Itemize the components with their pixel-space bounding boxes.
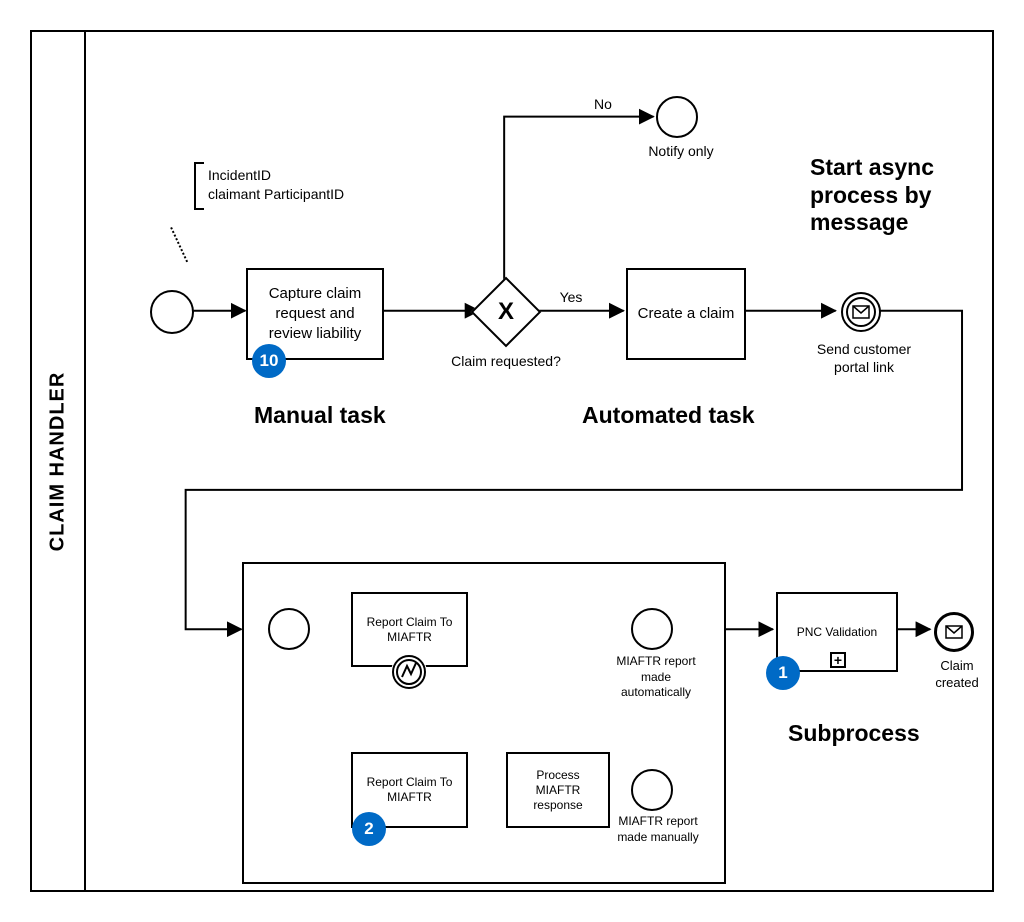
start-event <box>150 290 194 334</box>
task-label: PNC Validation <box>797 625 877 640</box>
task-label: Create a claim <box>638 304 735 324</box>
error-icon <box>391 654 427 690</box>
end-event-miaftr-auto <box>631 608 673 650</box>
task-label: Process MIAFTR response <box>514 768 602 813</box>
event-label-miaftr-manual: MIAFTR report made manually <box>608 814 708 845</box>
badge-capture: 10 <box>252 344 286 378</box>
gateway-claim-requested <box>471 277 542 348</box>
subprocess-plus-marker: + <box>830 652 846 668</box>
edge-label-yes: Yes <box>551 288 591 306</box>
subprocess-start-event <box>268 608 310 650</box>
label-subprocess: Subprocess <box>788 720 948 748</box>
event-label-miaftr-auto: MIAFTR report made automatically <box>606 654 706 701</box>
pool-claim-handler: CLAIM HANDLER <box>30 30 994 892</box>
task-label: Report Claim To MIAFTR <box>359 615 460 645</box>
annotation-text: IncidentID claimant ParticipantID <box>208 166 408 204</box>
event-label-claim-created: Claim created <box>922 658 992 692</box>
end-event-notify <box>656 96 698 138</box>
end-event-claim-created <box>934 612 974 652</box>
edge-label-no: No <box>586 95 620 113</box>
label-async-message: Start async process by message <box>810 154 980 237</box>
mail-icon <box>945 625 963 639</box>
lane-header: CLAIM HANDLER <box>32 32 86 890</box>
badge-pnc: 1 <box>766 656 800 690</box>
badge-value-1: 1 <box>778 663 787 683</box>
boundary-error-event <box>391 654 427 690</box>
badge-value-10: 10 <box>260 351 279 371</box>
annotation-connector <box>170 227 188 262</box>
end-event-miaftr-manual <box>631 769 673 811</box>
badge-value-2: 2 <box>364 819 373 839</box>
annotation-bracket <box>194 162 204 210</box>
task-label: Capture claim request and review liabili… <box>254 284 376 345</box>
task-label: Report Claim To MIAFTR <box>359 775 460 805</box>
task-create-claim: Create a claim <box>626 268 746 360</box>
lane-name: CLAIM HANDLER <box>47 371 70 551</box>
task-process-miaftr-response: Process MIAFTR response <box>506 752 610 828</box>
event-label-notify: Notify only <box>641 142 721 160</box>
lane-body: IncidentID claimant ParticipantID Captur… <box>86 32 992 890</box>
gateway-label: Claim requested? <box>446 352 566 370</box>
badge-report2: 2 <box>352 812 386 846</box>
event-label-send-portal: Send customer portal link <box>810 340 918 376</box>
mail-icon <box>852 305 870 319</box>
label-manual-task: Manual task <box>254 402 414 430</box>
label-automated-task: Automated task <box>582 402 782 430</box>
event-send-portal-link <box>841 292 881 332</box>
